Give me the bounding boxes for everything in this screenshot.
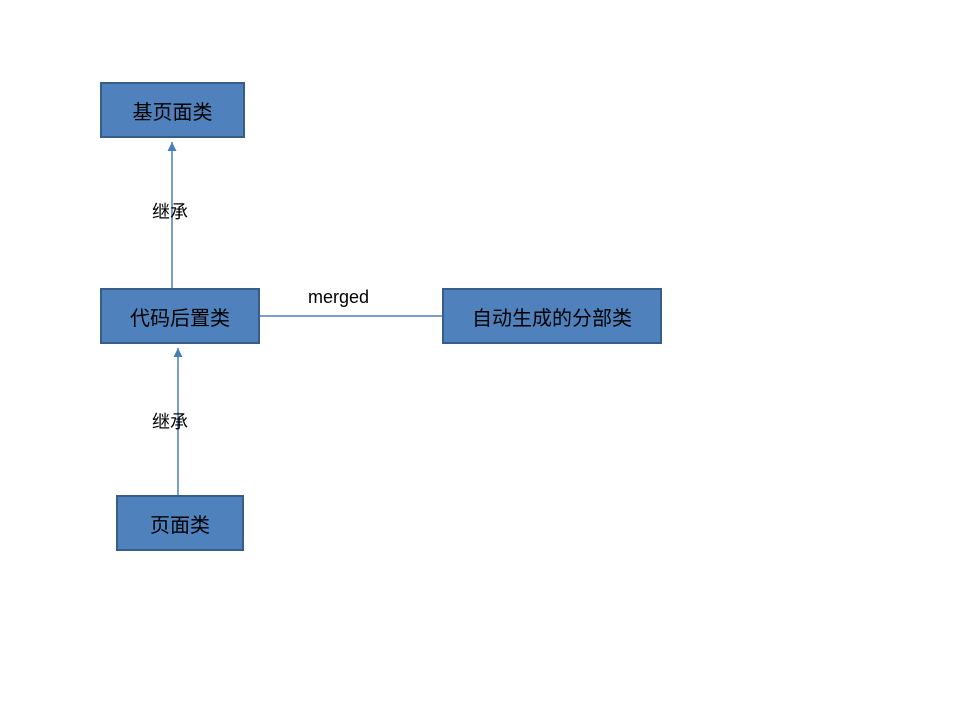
node-auto-partial-class: 自动生成的分部类 <box>442 288 662 344</box>
edge-label-inherit-top: 继承 <box>152 198 188 224</box>
node-label: 自动生成的分部类 <box>472 302 632 331</box>
node-page-class: 页面类 <box>116 495 244 551</box>
node-label: 基页面类 <box>133 96 213 125</box>
edge-label-merged: merged <box>308 287 369 308</box>
node-code-behind-class: 代码后置类 <box>100 288 260 344</box>
node-base-page-class: 基页面类 <box>100 82 245 138</box>
edge-label-inherit-bottom: 继承 <box>152 408 188 434</box>
node-label: 代码后置类 <box>130 302 230 331</box>
node-label: 页面类 <box>150 509 210 538</box>
